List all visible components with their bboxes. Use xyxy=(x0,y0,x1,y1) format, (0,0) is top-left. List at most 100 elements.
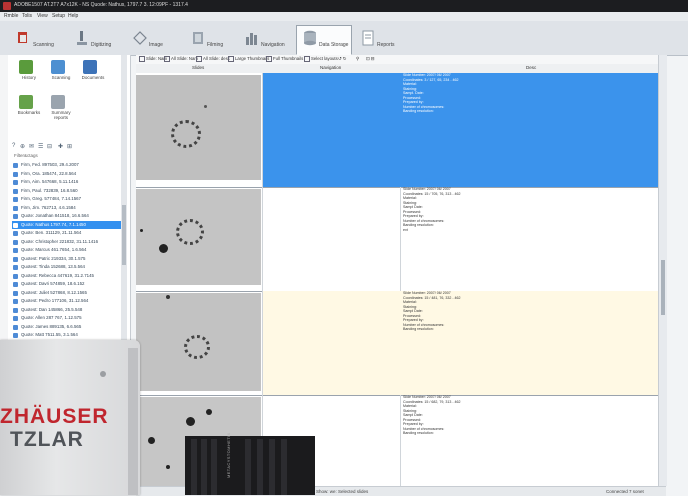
grid-scrollbar[interactable] xyxy=(658,55,667,486)
case-icon xyxy=(13,188,18,194)
sort-all-slide-name[interactable]: All Slide: Nam xyxy=(164,56,198,62)
tab-scanning[interactable]: Scanning xyxy=(10,25,62,55)
case-icon xyxy=(13,324,18,330)
tree-item[interactable]: Firm, Fed. 897503, 29.4.2007 xyxy=(12,161,124,170)
slide-row-highlighted[interactable]: Slide Number: 2007/ 06/ 2007 Coordinates:… xyxy=(136,291,658,396)
menu-item-tools[interactable]: Tolis xyxy=(22,13,32,19)
zoom-icon[interactable]: ⚲ xyxy=(356,56,359,62)
documents-button[interactable]: Documents xyxy=(76,58,106,92)
tree-item[interactable]: Quote: Marcus 461.7654, 1.6.564 xyxy=(12,246,124,255)
tree-item-label: Firm, Ora. 185474, 22.8.564 xyxy=(21,170,77,176)
tab-data-storage[interactable]: Data Storage xyxy=(296,25,352,55)
device-fin xyxy=(245,439,251,495)
tree-item[interactable]: Quotest: Juliet 527868, 8.12.1565 xyxy=(12,289,124,298)
tab-image[interactable]: Image xyxy=(126,25,176,55)
tab-digitizing[interactable]: Digitizing xyxy=(68,25,122,55)
sort-all-slide-desc[interactable]: All Slide: desc xyxy=(196,56,230,62)
slide-row[interactable]: Slide Number: 2007/ 06/ 2007 Coordinates:… xyxy=(136,187,658,292)
brand-logo-bottom: TZLAR xyxy=(10,428,84,451)
select-layouts-button[interactable]: Select layouts xyxy=(304,56,338,62)
window-margin xyxy=(0,55,8,355)
full-thumbnails-toggle[interactable]: Full Thumbnails xyxy=(266,56,303,62)
case-icon xyxy=(13,282,18,287)
column-header-navigation[interactable]: Navigation xyxy=(320,65,341,70)
menu-item-help[interactable]: Help xyxy=(68,13,78,19)
left-scrollbar[interactable] xyxy=(121,55,127,385)
tree-item[interactable]: Quote: Matt 7511.55, 3.1.564 xyxy=(12,331,124,340)
tree-item[interactable]: Firm, Jim. 762713, 4.6.1584 xyxy=(12,204,124,213)
tree-item-label: Quote: Matt 7511.55, 3.1.564 xyxy=(21,332,78,337)
tree-item[interactable]: Firm, Paul. 732839, 16.8.560 xyxy=(12,187,124,196)
help-tool-button[interactable]: ? xyxy=(12,143,15,149)
list-tool-button[interactable]: ☰ xyxy=(38,143,43,150)
tree-item-label: Quotest: Juliet 527868, 8.12.1565 xyxy=(21,289,87,295)
tab-reports[interactable]: Reports xyxy=(354,25,402,55)
tree-item-label: Quote: Jonathan 841518, 16.6.564 xyxy=(21,213,89,218)
case-icon xyxy=(13,273,18,279)
device-fin xyxy=(201,439,207,495)
tree-item-label: Firm, Aim. 547668, 5.11.1416 xyxy=(21,179,79,184)
bookmarks-button[interactable]: Bookmarks xyxy=(12,93,42,127)
slide-row-selected[interactable]: Slide Number: 2007/ 06/ 2007 Coordinates:… xyxy=(136,73,658,188)
tree-item[interactable]: Quotest: Dan 145866, 25.5.548 xyxy=(12,306,124,315)
mail-tool-button[interactable]: ✉ xyxy=(29,143,34,150)
tree-item[interactable]: Quotest: Tinda 152688, 13.5.564 xyxy=(12,263,124,272)
menu-item-view[interactable]: View xyxy=(37,13,48,19)
bookmarks-icon xyxy=(19,95,33,109)
tree-item[interactable]: Quote: Nathus 1797.74, 7.1.1450 xyxy=(12,220,124,229)
tree-item-label: Quote: James 889135, 6.6.565 xyxy=(21,323,82,329)
case-tree: Firm, Fed. 897503, 29.4.2007 Firm, Ora. 1… xyxy=(12,161,124,340)
slide-grid: Slide Number: 2007/ 06/ 2007 Coordinates:… xyxy=(136,73,658,486)
case-icon xyxy=(13,197,18,202)
new-tool-button[interactable]: ✚ xyxy=(58,143,63,150)
tree-item[interactable]: Quotest: Rebecca 447619, 31.2.7145 xyxy=(12,272,124,281)
large-thumbnails-toggle[interactable]: Large Thumbnails xyxy=(228,56,269,62)
summary-reports-button[interactable]: Summary reports xyxy=(44,93,74,127)
scanning-button[interactable]: Scanning xyxy=(44,58,74,92)
grid-tool-button[interactable]: ⊞ xyxy=(67,143,72,150)
tab-navigation[interactable]: Navigation xyxy=(238,25,292,55)
tree-item[interactable]: Quote: Jonathan 841518, 16.6.564 xyxy=(12,212,124,221)
slide-metadata: Slide Number: 2007/ 06/ 2007 Coordinates:… xyxy=(400,187,658,291)
case-icon xyxy=(13,248,18,253)
column-header-desc[interactable]: Desc xyxy=(526,65,536,70)
window-title: ADOBE1507 AT.2T7 A7x12K - NS Quode: Nath… xyxy=(14,2,188,8)
column-header-slides[interactable]: Slides xyxy=(192,65,204,70)
tab-filming[interactable]: Filming xyxy=(184,25,234,55)
tree-item[interactable]: Quotest: Davri 574859, 18.6.152 xyxy=(12,280,124,289)
history-button[interactable]: History xyxy=(12,58,42,92)
collapse-tool-button[interactable]: ⊟ xyxy=(47,143,52,150)
title-bar: ADOBE1507 AT.2T7 A7x12K - NS Quode: Nath… xyxy=(0,0,688,12)
rotate-buttons[interactable]: ↺ ↻ xyxy=(338,56,346,62)
tree-item[interactable]: Quote: Ben. 311129, 21.11.564 xyxy=(12,229,124,238)
tree-item[interactable]: Quotest: Patric 219334, 30.1.575 xyxy=(12,255,124,264)
cell-dot xyxy=(186,417,195,426)
status-left: Show: we: Selected slides xyxy=(316,489,369,494)
tree-item-label: Firm, Jim. 762713, 4.6.1584 xyxy=(21,204,76,210)
left-scrollbar-thumb[interactable] xyxy=(122,205,126,265)
menu-item-setup[interactable]: Setup xyxy=(52,13,65,19)
tree-item-label: Firm, Greg. 577484, 7.14.1567 xyxy=(21,196,82,201)
device-fin xyxy=(191,439,197,495)
tree-item[interactable]: Firm, Ora. 185474, 22.8.564 xyxy=(12,170,124,179)
tree-item[interactable]: Firm, Greg. 577484, 7.14.1567 xyxy=(12,195,124,204)
grid-scrollbar-thumb[interactable] xyxy=(661,260,665,315)
layout-icons[interactable]: ⊡ ⊟ xyxy=(366,56,374,62)
ribbon-toolbar: Scanning Digitizing Image Filming Naviga… xyxy=(0,21,688,56)
microscope-icon xyxy=(77,31,87,45)
tree-item[interactable]: Firm, Aim. 547668, 5.11.1416 xyxy=(12,178,124,187)
tree-item[interactable]: Quote: James 889135, 6.6.565 xyxy=(12,323,124,332)
case-icon xyxy=(13,231,18,236)
tree-item[interactable]: Quote: Christopher 221832, 31.11.1416 xyxy=(12,238,124,247)
add-tool-button[interactable]: ⊕ xyxy=(20,143,25,150)
menu-item-file[interactable]: Rmble xyxy=(4,13,18,19)
chromosome-cluster xyxy=(184,335,210,359)
cell-dot xyxy=(148,437,155,444)
case-icon xyxy=(13,290,18,296)
status-right: Connected 7 sonet xyxy=(606,489,644,494)
tree-item[interactable]: Quotest: Pedro 177106, 31.12.564 xyxy=(12,297,124,306)
tree-item[interactable]: Quote: Allen 287 767, 1.12.575 xyxy=(12,314,124,323)
slide-metadata: Slide Number: 2007/ 06/ 2007 Coordinates:… xyxy=(400,395,658,486)
sort-slide-name[interactable]: Slide: Nam xyxy=(139,56,167,62)
metadata-line: Banding resolution: xyxy=(403,431,434,435)
